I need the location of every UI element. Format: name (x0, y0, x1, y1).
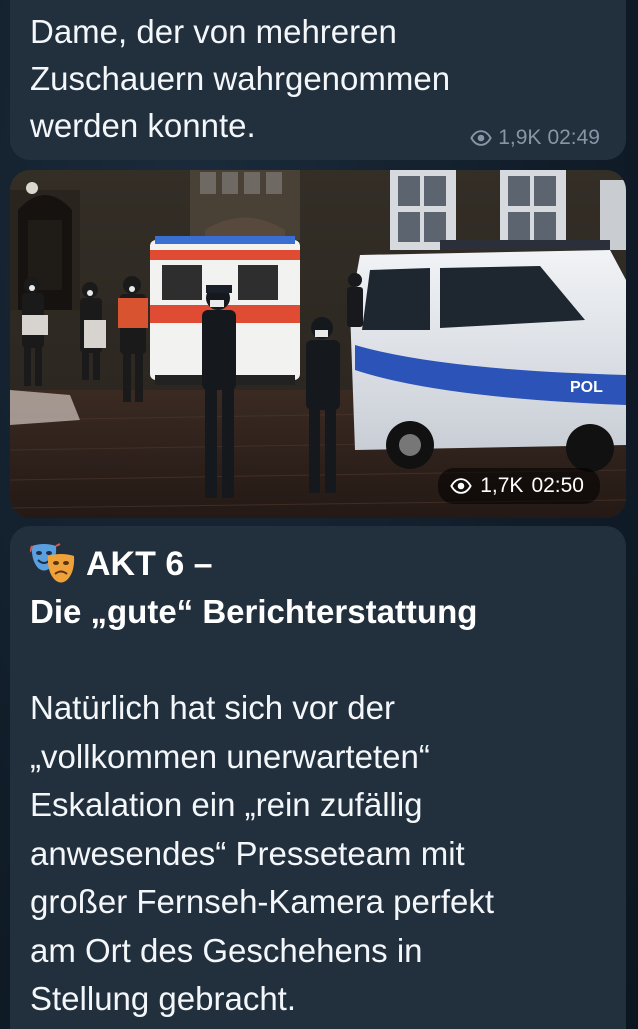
eye-icon (470, 130, 492, 146)
message-title: AKT 6 – (86, 545, 213, 583)
photo-police-scene[interactable]: POL (10, 170, 626, 518)
view-count: 1,7K (480, 474, 524, 497)
svg-text:POL: POL (570, 379, 603, 396)
message-meta: 1,9K 02:49 (470, 126, 600, 150)
view-count: 1,9K (498, 126, 542, 149)
message-text: Natürlich hat sich vor der „vollkommen u… (30, 689, 495, 1017)
masks-icon (30, 543, 75, 583)
message-time: 02:49 (547, 126, 600, 149)
photo-meta: 1,7K 02:50 (438, 468, 600, 504)
message-bubble[interactable]: Dame, der von mehreren Zuschauern wahrge… (10, 0, 626, 160)
message-subtitle: Die „gute“ Berichterstattung (30, 593, 478, 630)
photo-message[interactable]: POL 1,7K 02:50 (10, 170, 626, 518)
message-time: 02:50 (531, 474, 584, 497)
chat-view: Dame, der von mehreren Zuschauern wahrge… (0, 0, 638, 1029)
message-bubble[interactable]: AKT 6 – Die „gute“ Berichterstattung Nat… (10, 526, 626, 1029)
eye-icon (450, 478, 472, 494)
message-title-line: AKT 6 – (30, 540, 606, 588)
